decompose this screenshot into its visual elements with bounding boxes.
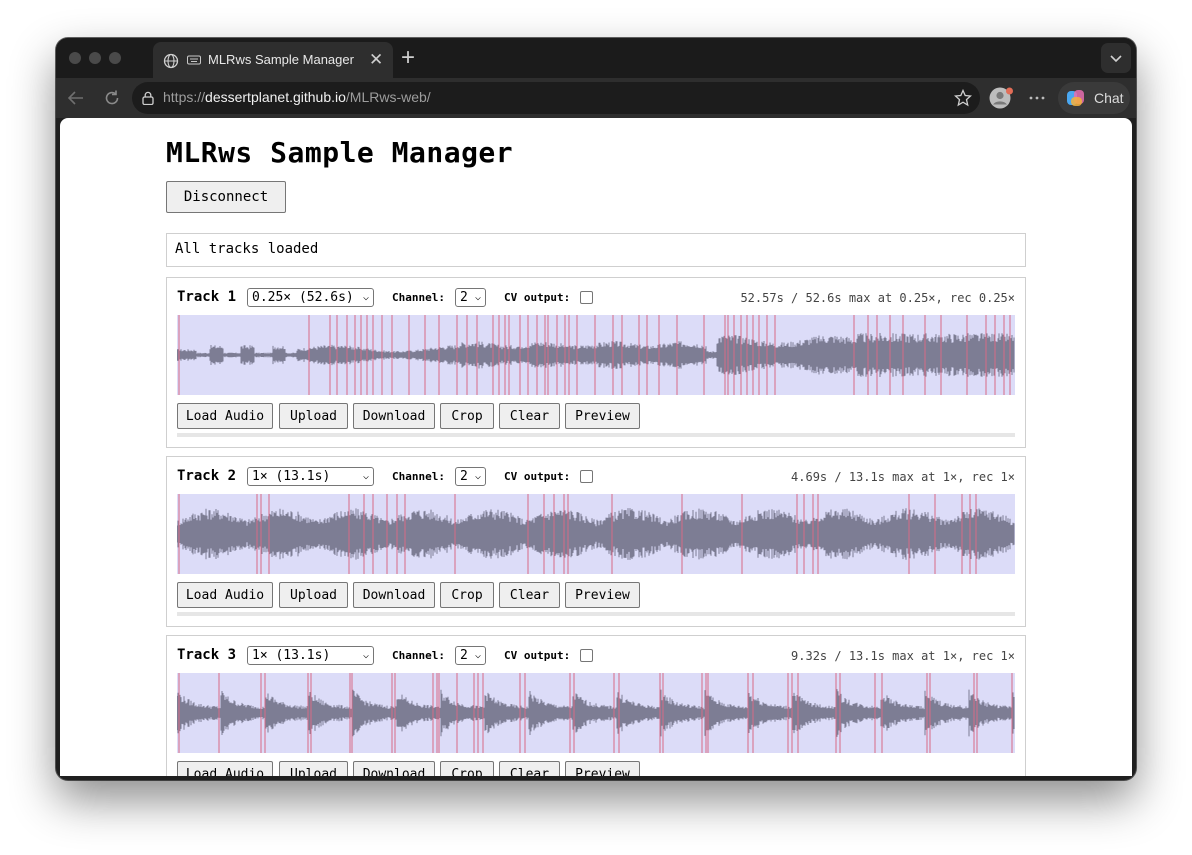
- track-info: 52.57s / 52.6s max at 0.25×, rec 0.25×: [740, 291, 1015, 305]
- waveform-display[interactable]: [177, 673, 1015, 753]
- cv-output-checkbox[interactable]: [580, 291, 593, 304]
- browser-toolbar: https://dessertplanet.github.io/MLRws-we…: [56, 78, 1136, 118]
- globe-icon: [163, 53, 179, 69]
- progress-bar: [177, 612, 1015, 616]
- progress-bar: [177, 433, 1015, 437]
- address-bar[interactable]: https://dessertplanet.github.io/MLRws-we…: [132, 82, 980, 114]
- chat-label: Chat: [1094, 90, 1124, 106]
- chevron-down-icon: ⌵: [474, 471, 481, 482]
- track-label: Track 1: [177, 289, 237, 305]
- track-panel: Track 2 1× (13.1s) ⌵ Channel: 2 ⌵ CV output: 4.…: [166, 456, 1026, 627]
- preview-button[interactable]: Preview: [565, 403, 640, 429]
- back-icon[interactable]: [66, 88, 86, 108]
- load-audio-button[interactable]: Load Audio: [177, 761, 273, 776]
- tab-bar: MLRws Sample Manager ✕ +: [56, 38, 1136, 78]
- cv-output-label: CV output:: [504, 470, 571, 483]
- waveform-display[interactable]: [177, 494, 1015, 574]
- waveform-display[interactable]: [177, 315, 1015, 395]
- disconnect-button[interactable]: Disconnect: [166, 181, 286, 213]
- track-panel: Track 3 1× (13.1s) ⌵ Channel: 2 ⌵ CV output: 9.…: [166, 635, 1026, 776]
- track-label: Track 2: [177, 468, 237, 484]
- channel-select[interactable]: 2 ⌵: [455, 646, 486, 665]
- plus-icon[interactable]: +: [401, 44, 415, 72]
- chevron-down-icon: ⌵: [362, 650, 369, 661]
- url-text: https://dessertplanet.github.io/MLRws-we…: [163, 89, 431, 105]
- clear-button[interactable]: Clear: [499, 761, 560, 776]
- download-button[interactable]: Download: [353, 761, 435, 776]
- close-icon[interactable]: ✕: [369, 50, 383, 70]
- chevron-down-icon: ⌵: [362, 471, 369, 482]
- cv-output-checkbox[interactable]: [580, 470, 593, 483]
- window-minimize-dot[interactable]: [89, 52, 101, 64]
- cv-output-checkbox[interactable]: [580, 649, 593, 662]
- upload-button[interactable]: Upload: [279, 403, 348, 429]
- track-info: 9.32s / 13.1s max at 1×, rec 1×: [791, 649, 1015, 663]
- preview-button[interactable]: Preview: [565, 761, 640, 776]
- upload-button[interactable]: Upload: [279, 582, 348, 608]
- tab-menu-button[interactable]: [1101, 43, 1131, 73]
- page-content: MLRws Sample Manager Disconnect All trac…: [60, 118, 1132, 776]
- lock-icon: [142, 91, 154, 105]
- chevron-down-icon: ⌵: [362, 292, 369, 303]
- track-label: Track 3: [177, 647, 237, 663]
- crop-button[interactable]: Crop: [440, 761, 494, 776]
- cv-output-label: CV output:: [504, 649, 571, 662]
- copilot-icon: [1067, 90, 1084, 106]
- copilot-chat-button[interactable]: Chat: [1058, 82, 1130, 114]
- channel-label: Channel:: [392, 291, 445, 304]
- channel-select[interactable]: 2 ⌵: [455, 288, 486, 307]
- track-panel: Track 1 0.25× (52.6s) ⌵ Channel: 2 ⌵ CV output…: [166, 277, 1026, 448]
- more-icon[interactable]: [1028, 88, 1046, 108]
- window-zoom-dot[interactable]: [109, 52, 121, 64]
- tab-title: MLRws Sample Manager: [208, 52, 354, 67]
- channel-label: Channel:: [392, 649, 445, 662]
- channel-label: Channel:: [392, 470, 445, 483]
- window-close-dot[interactable]: [69, 52, 81, 64]
- browser-tab[interactable]: MLRws Sample Manager ✕: [153, 42, 393, 78]
- chevron-down-icon: ⌵: [474, 292, 481, 303]
- keyboard-icon: [187, 55, 201, 65]
- clear-button[interactable]: Clear: [499, 403, 560, 429]
- browser-window: MLRws Sample Manager ✕ + https://dessert…: [56, 38, 1136, 780]
- speed-select[interactable]: 1× (13.1s) ⌵: [247, 646, 374, 665]
- chevron-down-icon: [1110, 55, 1122, 63]
- upload-button[interactable]: Upload: [279, 761, 348, 776]
- load-audio-button[interactable]: Load Audio: [177, 582, 273, 608]
- load-audio-button[interactable]: Load Audio: [177, 403, 273, 429]
- cv-output-label: CV output:: [504, 291, 571, 304]
- speed-select[interactable]: 0.25× (52.6s) ⌵: [247, 288, 374, 307]
- chevron-down-icon: ⌵: [474, 650, 481, 661]
- speed-select[interactable]: 1× (13.1s) ⌵: [247, 467, 374, 486]
- clear-button[interactable]: Clear: [499, 582, 560, 608]
- track-info: 4.69s / 13.1s max at 1×, rec 1×: [791, 470, 1015, 484]
- download-button[interactable]: Download: [353, 403, 435, 429]
- crop-button[interactable]: Crop: [440, 403, 494, 429]
- profile-icon[interactable]: [989, 86, 1015, 112]
- channel-select[interactable]: 2 ⌵: [455, 467, 486, 486]
- preview-button[interactable]: Preview: [565, 582, 640, 608]
- reload-icon[interactable]: [102, 88, 122, 108]
- download-button[interactable]: Download: [353, 582, 435, 608]
- status-message: All tracks loaded: [166, 233, 1026, 267]
- crop-button[interactable]: Crop: [440, 582, 494, 608]
- page-title: MLRws Sample Manager: [166, 136, 514, 169]
- star-icon[interactable]: [954, 89, 972, 107]
